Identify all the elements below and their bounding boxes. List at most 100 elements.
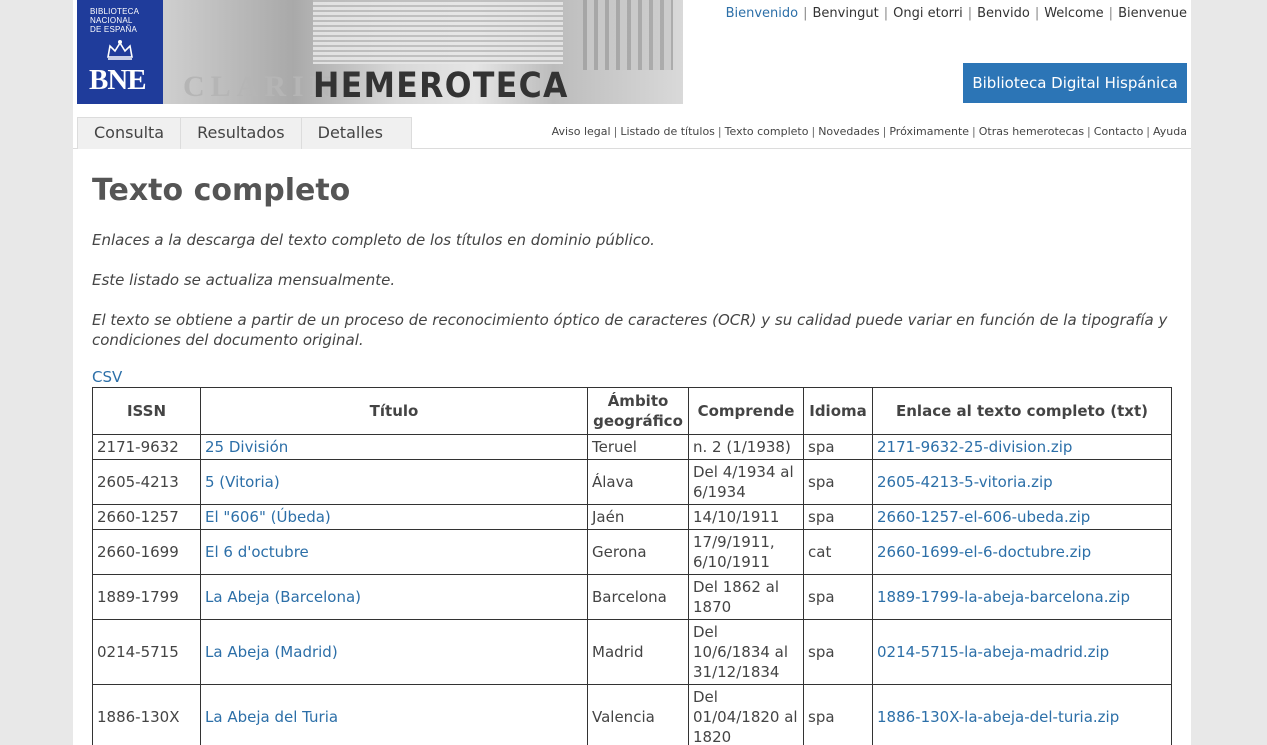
page: BIBLIOTECA NACIONAL DE ESPAÑA BNE CLARIN… xyxy=(73,0,1191,745)
download-link[interactable]: 2660-1257-el-606-ubeda.zip xyxy=(877,508,1090,526)
title-link[interactable]: El 6 d'octubre xyxy=(205,543,309,561)
intro-paragraph-1: Enlaces a la descarga del texto completo… xyxy=(92,231,655,249)
tab-detalles[interactable]: Detalles xyxy=(302,118,411,149)
intro-paragraph-3: El texto se obtiene a partir de un proce… xyxy=(92,311,1168,349)
cell-idioma: spa xyxy=(803,574,873,620)
header: BIBLIOTECA NACIONAL DE ESPAÑA BNE CLARIN… xyxy=(73,0,1191,110)
header-comprende: Comprende xyxy=(688,387,804,435)
cell-comprende: 14/10/1911 xyxy=(688,504,804,530)
banner-newspaper-image xyxy=(313,0,563,64)
header-titulo: Título xyxy=(200,387,588,435)
cell-issn: 2605-4213 xyxy=(92,459,201,505)
hemeroteca-banner[interactable]: CLARIN HEMEROTECA DIGITAL xyxy=(163,0,683,104)
link-proximamente[interactable]: Próximamente xyxy=(889,125,969,138)
tab-bar: Consulta Resultados Detalles Aviso legal… xyxy=(73,110,1191,149)
cell-issn: 1889-1799 xyxy=(92,574,201,620)
cell-idioma: spa xyxy=(803,684,873,745)
cell-issn: 1886-130X xyxy=(92,684,201,745)
link-texto-completo[interactable]: Texto completo xyxy=(725,125,809,138)
cell-idioma: cat xyxy=(803,529,873,575)
table-row: 2660-1257 El "606" (Úbeda) Jaén 14/10/19… xyxy=(92,504,1172,530)
cell-ambito: Teruel xyxy=(587,434,689,460)
download-link[interactable]: 2605-4213-5-vitoria.zip xyxy=(877,473,1053,491)
cell-enlace: 1886-130X-la-abeja-del-turia.zip xyxy=(872,684,1172,745)
full-text-table: ISSN Título Ámbito geográfico Comprende … xyxy=(92,387,1172,745)
page-title: Texto completo xyxy=(92,173,351,208)
language-bar: Bienvenido | Benvingut | Ongi etorri | Benvido… xyxy=(725,6,1187,21)
table-row: 0214-5715 La Abeja (Madrid) Madrid Del 1… xyxy=(92,619,1172,685)
cell-issn: 2660-1699 xyxy=(92,529,201,575)
cell-titulo: 25 División xyxy=(200,434,588,460)
table-row: 1886-130X La Abeja del Turia Valencia De… xyxy=(92,684,1172,745)
title-link[interactable]: 5 (Vitoria) xyxy=(205,473,280,491)
cell-titulo: La Abeja (Barcelona) xyxy=(200,574,588,620)
link-ayuda[interactable]: Ayuda xyxy=(1153,125,1187,138)
link-contacto[interactable]: Contacto xyxy=(1094,125,1144,138)
logo-line-1: BIBLIOTECA xyxy=(90,7,140,16)
header-enlace: Enlace al texto completo (txt) xyxy=(872,387,1172,435)
table-row: 2171-9632 25 División Teruel n. 2 (1/193… xyxy=(92,434,1172,460)
cell-titulo: La Abeja (Madrid) xyxy=(200,619,588,685)
cell-ambito: Barcelona xyxy=(587,574,689,620)
cell-enlace: 2171-9632-25-division.zip xyxy=(872,434,1172,460)
header-idioma: Idioma xyxy=(803,387,873,435)
cell-enlace: 0214-5715-la-abeja-madrid.zip xyxy=(872,619,1172,685)
cell-ambito: Madrid xyxy=(587,619,689,685)
title-link[interactable]: La Abeja (Barcelona) xyxy=(205,588,361,606)
download-link[interactable]: 1886-130X-la-abeja-del-turia.zip xyxy=(877,708,1119,726)
link-otras-hemerotecas[interactable]: Otras hemerotecas xyxy=(979,125,1084,138)
lang-gl[interactable]: Benvido xyxy=(977,6,1030,21)
lang-fr[interactable]: Bienvenue xyxy=(1118,6,1187,21)
title-link[interactable]: La Abeja del Turia xyxy=(205,708,338,726)
header-ambito: Ámbito geográfico xyxy=(587,387,689,435)
csv-link[interactable]: CSV xyxy=(92,368,1172,386)
table-row: 2660-1699 El 6 d'octubre Gerona 17/9/191… xyxy=(92,529,1172,575)
main-content: Texto completo Enlaces a la descarga del… xyxy=(73,173,1191,745)
lang-eu[interactable]: Ongi etorri xyxy=(893,6,963,21)
cell-issn: 2660-1257 xyxy=(92,504,201,530)
cell-comprende: Del 1862 al 1870 xyxy=(688,574,804,620)
title-link[interactable]: El "606" (Úbeda) xyxy=(205,508,331,526)
cell-titulo: El "606" (Úbeda) xyxy=(200,504,588,530)
title-link[interactable]: La Abeja (Madrid) xyxy=(205,643,338,661)
download-link[interactable]: 1889-1799-la-abeja-barcelona.zip xyxy=(877,588,1130,606)
link-novedades[interactable]: Novedades xyxy=(818,125,879,138)
cell-issn: 0214-5715 xyxy=(92,619,201,685)
logo-line-2: NACIONAL xyxy=(90,16,133,25)
download-link[interactable]: 0214-5715-la-abeja-madrid.zip xyxy=(877,643,1109,661)
logo-line-3: DE ESPAÑA xyxy=(90,25,137,34)
lang-es[interactable]: Bienvenido xyxy=(726,6,799,21)
biblioteca-digital-hispanica-button[interactable]: Biblioteca Digital Hispánica xyxy=(963,63,1187,103)
tab-consulta[interactable]: Consulta xyxy=(78,118,182,149)
table-row: 2605-4213 5 (Vitoria) Álava Del 4/1934 a… xyxy=(92,459,1172,505)
cell-titulo: La Abeja del Turia xyxy=(200,684,588,745)
tab-resultados[interactable]: Resultados xyxy=(181,118,302,149)
table-header-row: ISSN Título Ámbito geográfico Comprende … xyxy=(92,387,1172,435)
cell-ambito: Valencia xyxy=(587,684,689,745)
cell-issn: 2171-9632 xyxy=(92,434,201,460)
download-link[interactable]: 2660-1699-el-6-doctubre.zip xyxy=(877,543,1091,561)
cell-ambito: Álava xyxy=(587,459,689,505)
bne-logo[interactable]: BIBLIOTECA NACIONAL DE ESPAÑA BNE xyxy=(77,0,163,104)
cell-comprende: 17/9/1911, 6/10/1911 xyxy=(688,529,804,575)
logo-mark: BNE xyxy=(89,64,147,96)
cell-idioma: spa xyxy=(803,504,873,530)
cell-idioma: spa xyxy=(803,619,873,685)
cell-enlace: 2605-4213-5-vitoria.zip xyxy=(872,459,1172,505)
tabs: Consulta Resultados Detalles xyxy=(77,117,412,149)
cell-comprende: n. 2 (1/1938) xyxy=(688,434,804,460)
lang-en[interactable]: Welcome xyxy=(1044,6,1103,21)
cell-comprende: Del 01/04/1820 al 1820 xyxy=(688,684,804,745)
logo-small-text: BIBLIOTECA NACIONAL DE ESPAÑA xyxy=(90,7,139,34)
link-aviso-legal[interactable]: Aviso legal xyxy=(552,125,611,138)
header-issn: ISSN xyxy=(92,387,201,435)
download-link[interactable]: 2171-9632-25-division.zip xyxy=(877,438,1072,456)
title-link[interactable]: 25 División xyxy=(205,438,288,456)
link-listado-titulos[interactable]: Listado de títulos xyxy=(620,125,715,138)
cell-idioma: spa xyxy=(803,434,873,460)
cell-ambito: Jaén xyxy=(587,504,689,530)
table-row: 1889-1799 La Abeja (Barcelona) Barcelona… xyxy=(92,574,1172,620)
cell-enlace: 2660-1257-el-606-ubeda.zip xyxy=(872,504,1172,530)
banner-towers-image xyxy=(583,0,673,70)
lang-ca[interactable]: Benvingut xyxy=(812,6,878,21)
